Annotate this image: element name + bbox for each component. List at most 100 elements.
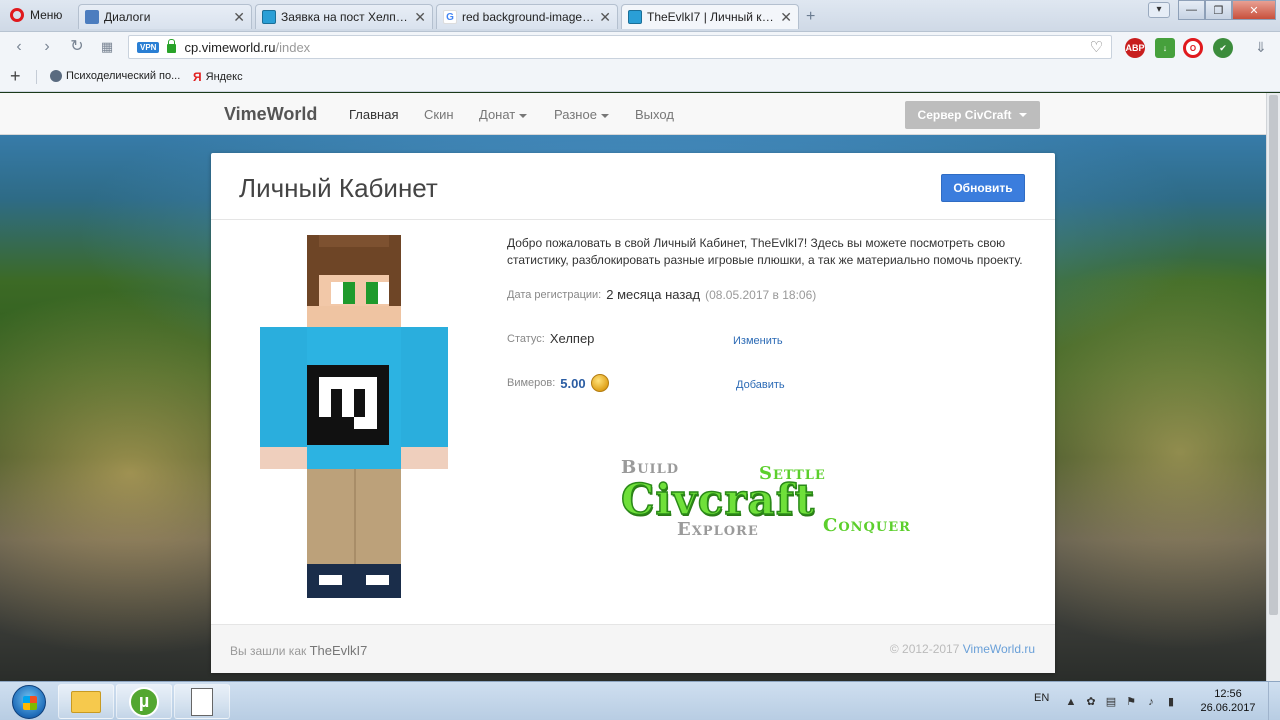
registration-value: 2 месяца назад — [606, 287, 701, 302]
nav-misc[interactable]: Разное — [554, 107, 609, 122]
user-icon — [50, 70, 62, 82]
shield-extension-icon[interactable]: ✔ — [1213, 38, 1233, 58]
logged-in-as: Вы зашли как TheEvlkI7 — [230, 643, 367, 658]
download-extension-icon[interactable]: ↓ — [1155, 38, 1175, 58]
chevron-down-icon — [600, 113, 609, 118]
vpn-badge[interactable]: VPN — [137, 41, 160, 53]
nav-donate[interactable]: Донат — [479, 107, 528, 122]
minimize-icon[interactable]: — — [1178, 0, 1205, 20]
opera-extension-icon[interactable]: O — [1183, 38, 1203, 58]
copyright-text: © 2012-2017 — [889, 642, 960, 656]
nav-logout[interactable]: Выход — [635, 107, 674, 122]
registration-row: Дата регистрации: 2 месяца назад (08.05.… — [507, 287, 816, 302]
forward-icon[interactable]: › — [36, 36, 58, 58]
back-icon[interactable]: ‹ — [8, 36, 30, 58]
panel-header: Личный Кабинет Обновить — [211, 153, 1055, 220]
bookmarks-divider — [36, 70, 37, 84]
tab-title: Диалоги — [104, 10, 151, 24]
vimers-label: Вимеров: — [507, 377, 556, 389]
document-icon — [191, 687, 213, 716]
bookmark-heart-icon[interactable]: ♡ — [1090, 38, 1103, 56]
opera-menu-button[interactable]: Меню — [0, 2, 76, 28]
window-controls: — ❐ ✕ — [1178, 0, 1276, 20]
logo-civcraft: Civcraft — [620, 474, 816, 525]
scrollbar-thumb[interactable] — [1269, 95, 1278, 615]
windows-taskbar: µ EN ▲ ✿ ▤ ⚑ ♪ ▮ 12:56 26.06.2017 — [0, 681, 1280, 720]
nav-donate-label: Донат — [479, 107, 516, 122]
downloads-icon[interactable]: ⇓ — [1250, 36, 1272, 58]
close-tab-icon[interactable]: ✕ — [780, 9, 792, 26]
tray-expand-icon[interactable]: ▲ — [1064, 695, 1078, 709]
taskbar-explorer[interactable] — [58, 684, 114, 719]
tab-personal-cabinet[interactable]: TheEvlkI7 | Личный кабинет ✕ — [621, 4, 799, 29]
tab-title: TheEvlkI7 | Личный кабинет — [647, 10, 776, 24]
page-scrollbar[interactable] — [1266, 93, 1280, 681]
tab-dialogs[interactable]: Диалоги ✕ — [78, 4, 252, 29]
close-tab-icon[interactable]: ✕ — [233, 9, 245, 26]
start-button[interactable] — [2, 682, 56, 720]
speed-dial-icon[interactable]: ▦ — [96, 36, 118, 58]
bookmark-psychedelic[interactable]: Психоделический по... — [50, 70, 180, 82]
bookmarks-bar: + Психоделический по... Я Яндекс — [0, 62, 1280, 92]
close-tab-icon[interactable]: ✕ — [599, 9, 611, 26]
add-bookmark-icon[interactable]: + — [10, 66, 21, 87]
new-tab-button[interactable]: + — [806, 8, 815, 26]
close-window-icon[interactable]: ✕ — [1232, 0, 1276, 20]
page-title: Личный Кабинет — [239, 173, 438, 203]
windows-logo-icon — [12, 684, 46, 719]
logged-in-user: TheEvlkI7 — [309, 643, 368, 658]
browser-tab-bar: Меню Диалоги ✕ Заявка на пост Хелпера / … — [0, 0, 1280, 32]
close-tab-icon[interactable]: ✕ — [414, 9, 426, 26]
browser-nav-bar: ‹ › ↻ ▦ VPN cp.vimeworld.ru/index ♡ ABP … — [0, 32, 1280, 62]
tray-power-icon[interactable]: ▮ — [1164, 695, 1178, 709]
lock-icon[interactable] — [167, 39, 177, 53]
tab-menu-icon[interactable]: ▾ — [1148, 2, 1170, 18]
yandex-icon: Я — [193, 70, 202, 84]
vimers-value: 5.00 — [560, 375, 586, 391]
server-select-button[interactable]: Сервер CivCraft — [905, 101, 1040, 129]
server-button-label: Сервер CivCraft — [917, 108, 1012, 122]
refresh-button[interactable]: Обновить — [941, 174, 1025, 202]
welcome-text-line2: статистику, разблокировать разные игровы… — [507, 253, 1023, 267]
change-status-link[interactable]: Изменить — [733, 335, 783, 347]
nav-skin[interactable]: Скин — [424, 107, 454, 122]
vimers-row: Вимеров: 5.00 — [507, 374, 609, 392]
status-value: Хелпер — [549, 331, 595, 346]
tab-helper-application[interactable]: Заявка на пост Хелпера / ... ✕ — [255, 4, 433, 29]
system-clock[interactable]: 12:56 26.06.2017 — [1196, 687, 1260, 715]
taskbar-document[interactable] — [174, 684, 230, 719]
nav-home[interactable]: Главная — [349, 107, 398, 122]
vimeworld-link[interactable]: VimeWorld.ru — [963, 642, 1035, 656]
page-viewport: VimeWorld Главная Скин Донат Разное Выхо… — [0, 93, 1280, 681]
bookmark-yandex[interactable]: Я Яндекс — [193, 70, 243, 84]
registration-date: (08.05.2017 в 18:06) — [705, 287, 817, 302]
language-indicator[interactable]: EN — [1034, 692, 1049, 704]
google-icon: G — [443, 10, 457, 24]
site-brand[interactable]: VimeWorld — [224, 104, 317, 125]
folder-icon — [71, 690, 101, 713]
clock-time: 12:56 — [1214, 688, 1242, 700]
nav-misc-label: Разное — [554, 107, 597, 122]
clock-date: 26.06.2017 — [1200, 702, 1256, 714]
url-host: cp.vimeworld.ru — [184, 39, 276, 55]
add-vimers-link[interactable]: Добавить — [736, 379, 785, 391]
bookmark-label: Яндекс — [205, 71, 243, 83]
skin-preview — [260, 235, 448, 598]
show-desktop-button[interactable] — [1268, 682, 1280, 720]
tray-flag-icon[interactable]: ⚑ — [1124, 695, 1138, 709]
taskbar-utorrent[interactable]: µ — [116, 684, 172, 719]
reload-icon[interactable]: ↻ — [66, 36, 88, 58]
tray-network-icon[interactable]: ▤ — [1104, 695, 1118, 709]
welcome-text-line1: Добро пожаловать в свой Личный Кабинет, … — [507, 236, 1006, 250]
address-bar[interactable]: VPN cp.vimeworld.ru/index ♡ — [128, 35, 1112, 59]
logo-conquer: Conquer — [823, 515, 911, 536]
adblock-plus-icon[interactable]: ABP — [1125, 38, 1145, 58]
tab-title: red background-image - П... — [462, 10, 594, 24]
tray-app-icon[interactable]: ✿ — [1084, 695, 1098, 709]
url-text[interactable]: cp.vimeworld.ru/index — [184, 40, 310, 55]
menu-label: Меню — [30, 8, 63, 22]
copyright: © 2012-2017 VimeWorld.ru — [890, 642, 1035, 656]
restore-icon[interactable]: ❐ — [1205, 0, 1232, 20]
tab-google-search[interactable]: G red background-image - П... ✕ — [436, 4, 618, 29]
tray-volume-icon[interactable]: ♪ — [1144, 695, 1158, 709]
